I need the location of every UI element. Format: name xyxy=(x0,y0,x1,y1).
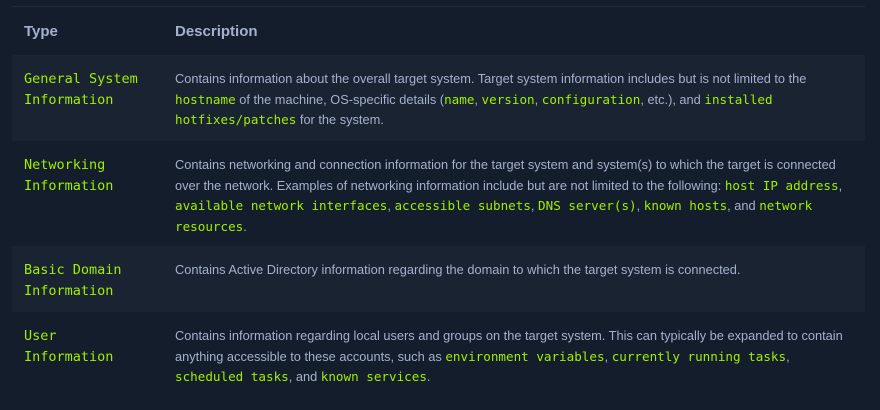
inline-code: accessible subnets xyxy=(394,198,531,213)
inline-code: environment variables xyxy=(445,348,605,364)
description-text: , xyxy=(474,91,482,107)
inline-code: currently running tasks xyxy=(611,348,787,364)
table-header: Type Description xyxy=(12,7,865,55)
inline-code: known services xyxy=(320,369,427,384)
row-type: User Information xyxy=(24,326,164,368)
inline-code: available network interfaces xyxy=(175,198,388,213)
row-type-line: User xyxy=(24,328,57,344)
row-description: Contains networking and connection infor… xyxy=(175,155,861,237)
row-type-line: Information xyxy=(24,178,114,194)
row-type-line: Networking xyxy=(24,157,106,173)
description-text: . xyxy=(243,218,247,234)
row-type-line: Information xyxy=(24,92,114,108)
description-text: . xyxy=(426,369,431,384)
row-description: Contains information regarding local use… xyxy=(175,326,861,388)
row-type: General System Information xyxy=(24,69,164,111)
row-type-line: Information xyxy=(24,349,114,365)
description-text: Contains information about the overall t… xyxy=(175,71,807,86)
description-text: for the system. xyxy=(296,112,384,127)
table-row: Basic Domain Information Contains Active… xyxy=(12,246,865,312)
header-type: Type xyxy=(24,23,58,40)
description-text: , etc.), and xyxy=(640,91,705,107)
description-text: , xyxy=(838,177,843,193)
description-text: , and xyxy=(727,198,760,213)
inline-code: known hosts xyxy=(643,198,728,213)
inline-code: DNS server(s) xyxy=(538,198,637,213)
description-text: , xyxy=(786,348,790,364)
row-type-line: General System xyxy=(24,71,138,87)
info-types-table: Type Description General System Informat… xyxy=(12,0,865,410)
description-text: , xyxy=(604,348,612,364)
table-row: General System Information Contains info… xyxy=(12,55,865,141)
table-row: Networking Information Contains networki… xyxy=(12,141,865,246)
row-description: Contains information about the overall t… xyxy=(175,69,861,131)
inline-code: hostname xyxy=(175,91,236,107)
table-row: User Information Contains information re… xyxy=(12,312,865,404)
description-text: , and xyxy=(288,369,321,384)
description-text: of the machine, OS-specific details ( xyxy=(235,91,445,107)
description-text: , xyxy=(534,91,542,107)
header-description: Description xyxy=(175,23,258,40)
row-description: Contains Active Directory information re… xyxy=(175,260,861,281)
inline-code: version xyxy=(481,91,535,107)
description-text: , xyxy=(530,198,539,213)
row-type-line: Information xyxy=(24,283,114,299)
row-type: Basic Domain Information xyxy=(24,260,164,302)
row-type: Networking Information xyxy=(24,155,164,197)
description-text: , xyxy=(636,198,644,213)
inline-code: scheduled tasks xyxy=(175,369,289,384)
description-text: Contains Active Directory information re… xyxy=(175,262,741,277)
row-type-line: Basic Domain xyxy=(24,262,122,278)
inline-code: name xyxy=(444,91,475,107)
inline-code: configuration xyxy=(541,91,641,107)
inline-code: host IP address xyxy=(724,177,839,193)
